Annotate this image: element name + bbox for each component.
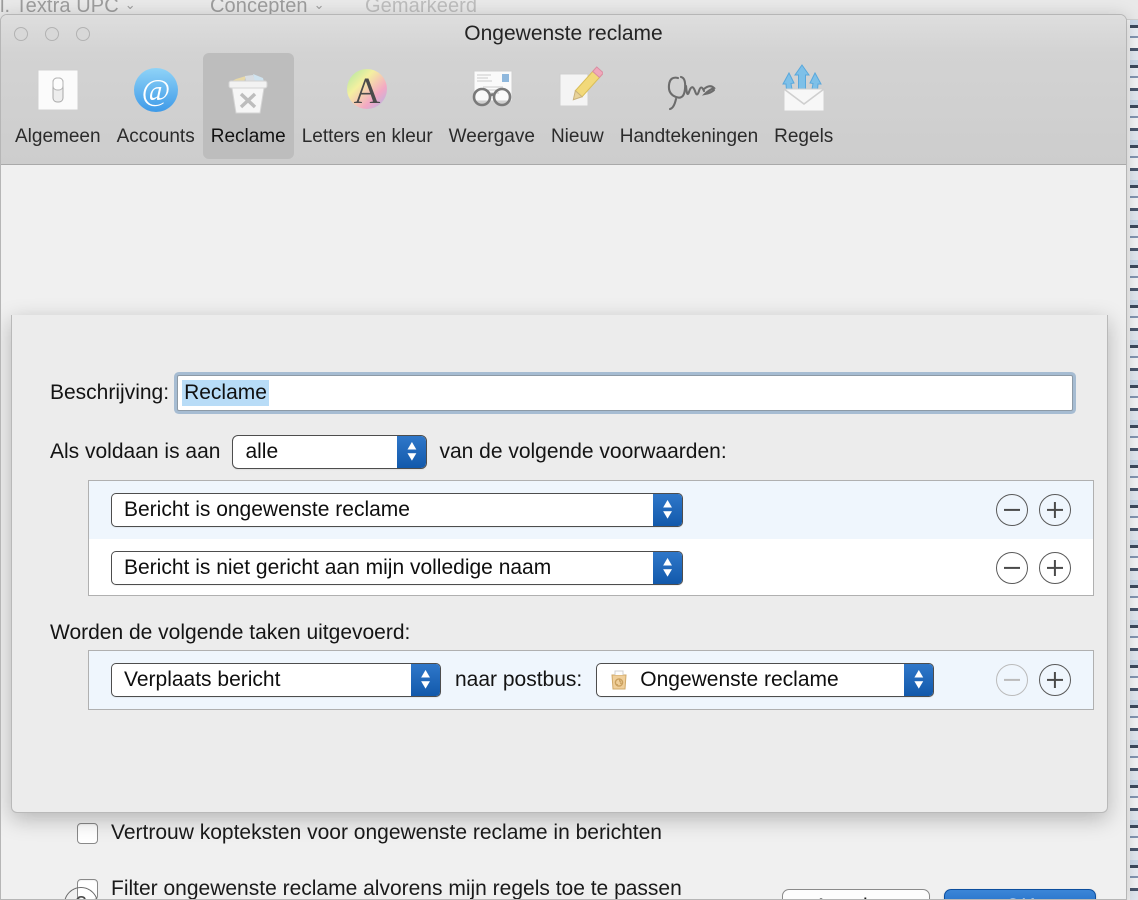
toolbar-item-weergave[interactable]: Weergave (441, 53, 543, 148)
actions-label: Worden de volgende taken uitgevoerd: (50, 621, 411, 644)
add-condition-button-1[interactable] (1039, 552, 1071, 584)
match-mode-value: alle (245, 440, 279, 463)
rules-envelope-icon (774, 59, 833, 121)
toolbar-item-weergave-label: Weergave (448, 126, 535, 147)
checkbox-row-filter-before-rules[interactable]: Filter ongewenste reclame alvorens mijn … (77, 877, 682, 900)
match-mode-popup[interactable]: alle ▲ ▼ (232, 435, 428, 469)
match-suffix-label: van de volgende voorwaarden: (439, 440, 727, 463)
conditions-list: Bericht is ongewenste reclame ▲ ▼ Bericht… (88, 480, 1094, 596)
desktop-background: l. Textra UPC ⌄ Concepten ⌄ Gemarkeerd Ong… (0, 0, 1138, 900)
remove-action-button (996, 664, 1028, 696)
chevron-down-icon: ⌄ (124, 0, 136, 12)
rule-editor-sheet: Beschrijving: Reclame Als voldaan is aan… (11, 315, 1108, 899)
at-sign-icon: @ (117, 59, 195, 121)
checkbox-row-trust-headers[interactable]: Vertrouw kopteksten voor ongewenste recl… (77, 821, 662, 845)
action-popup[interactable]: Verplaats bericht ▲ ▼ (111, 663, 441, 697)
junk-bag-icon (607, 668, 631, 692)
switch-icon (15, 59, 101, 121)
condition-row-buttons-1 (996, 552, 1071, 584)
toolbar-item-letters-en-kleur-label: Letters en kleur (301, 126, 433, 147)
glasses-mail-icon (449, 59, 535, 121)
toolbar-item-handtekeningen[interactable]: Handtekeningen (612, 53, 766, 148)
cancel-button[interactable]: Annuleer (782, 889, 930, 899)
condition-row: Bericht is ongewenste reclame ▲ ▼ (89, 481, 1093, 539)
add-action-button[interactable] (1039, 664, 1071, 696)
preferences-window: Ongewenste reclame Algemeen @ Accounts R… (0, 14, 1127, 900)
signature-icon (620, 59, 758, 121)
mailbox-value: Ongewenste reclame (640, 668, 839, 691)
toolbar-item-nieuw[interactable]: Nieuw (543, 53, 612, 148)
svg-text:A: A (354, 71, 381, 112)
chevron-down-icon: ⌄ (313, 0, 325, 12)
junk-trash-icon (211, 59, 286, 121)
toolbar-item-reclame-label: Reclame (210, 126, 286, 147)
action-row: Verplaats bericht ▲ ▼ naar postbus: Onge… (89, 651, 1093, 709)
condition-popup-1[interactable]: Bericht is niet gericht aan mijn volledi… (111, 551, 683, 585)
condition-value-0: Bericht is ongewenste reclame (124, 498, 410, 521)
remove-condition-button-1[interactable] (996, 552, 1028, 584)
add-condition-button-0[interactable] (1039, 494, 1071, 526)
chevron-updown-icon: ▲ ▼ (653, 552, 682, 584)
toolbar-item-regels-label: Regels (774, 126, 834, 147)
toolbar-item-regels[interactable]: Regels (766, 53, 841, 148)
checkbox-trust-headers[interactable] (77, 822, 98, 844)
mailbox-popup[interactable]: Ongewenste reclame ▲ ▼ (596, 663, 935, 697)
description-input[interactable]: Reclame (177, 375, 1074, 411)
description-value: Reclame (182, 380, 269, 406)
toolbar-item-algemeen[interactable]: Algemeen (7, 53, 109, 148)
condition-popup-0[interactable]: Bericht is ongewenste reclame ▲ ▼ (111, 493, 683, 527)
preferences-toolbar: Algemeen @ Accounts Reclame A Letters en… (1, 53, 1126, 165)
window-titlebar: Ongewenste reclame (1, 15, 1126, 53)
svg-text:@: @ (141, 72, 170, 107)
toolbar-item-accounts-label: Accounts (116, 126, 195, 147)
font-color-icon: A (302, 59, 433, 121)
actions-list: Verplaats bericht ▲ ▼ naar postbus: Onge… (88, 650, 1094, 710)
pencil-note-icon (551, 59, 604, 121)
action-row-buttons (996, 664, 1071, 696)
toolbar-item-letters-en-kleur[interactable]: A Letters en kleur (294, 53, 441, 148)
toolbar-item-accounts[interactable]: @ Accounts (109, 53, 203, 148)
ok-button[interactable]: OK (944, 889, 1096, 899)
background-content-sliver (1130, 20, 1138, 900)
toolbar-item-handtekeningen-label: Handtekeningen (619, 126, 759, 147)
condition-value-1: Bericht is niet gericht aan mijn volledi… (124, 556, 552, 579)
chevron-updown-icon: ▲ ▼ (904, 664, 934, 696)
remove-condition-button-0[interactable] (996, 494, 1028, 526)
checkbox-filter-before-rules-label: Filter ongewenste reclame alvorens mijn … (111, 877, 682, 900)
chevron-updown-icon: ▲ ▼ (397, 436, 427, 468)
condition-row-buttons-0 (996, 494, 1071, 526)
checkbox-trust-headers-label: Vertrouw kopteksten voor ongewenste recl… (111, 821, 662, 844)
match-criteria-row: Als voldaan is aan alle ▲ ▼ van de volgen… (50, 435, 727, 469)
toolbar-item-reclame[interactable]: Reclame (202, 53, 294, 159)
action-value: Verplaats bericht (124, 668, 281, 691)
action-mid-label: naar postbus: (455, 668, 583, 691)
match-prefix-label: Als voldaan is aan (50, 440, 221, 463)
description-row: Beschrijving: Reclame (50, 375, 1074, 411)
window-title: Ongewenste reclame (464, 22, 663, 45)
toolbar-item-algemeen-label: Algemeen (15, 126, 101, 147)
condition-row: Bericht is niet gericht aan mijn volledi… (89, 539, 1093, 597)
toolbar-item-nieuw-label: Nieuw (550, 126, 604, 147)
chevron-updown-icon: ▲ ▼ (411, 664, 440, 696)
description-label: Beschrijving: (50, 381, 170, 404)
chevron-updown-icon: ▲ ▼ (653, 494, 682, 526)
junk-preferences-pane: Vertrouw kopteksten voor ongewenste recl… (1, 165, 1126, 900)
